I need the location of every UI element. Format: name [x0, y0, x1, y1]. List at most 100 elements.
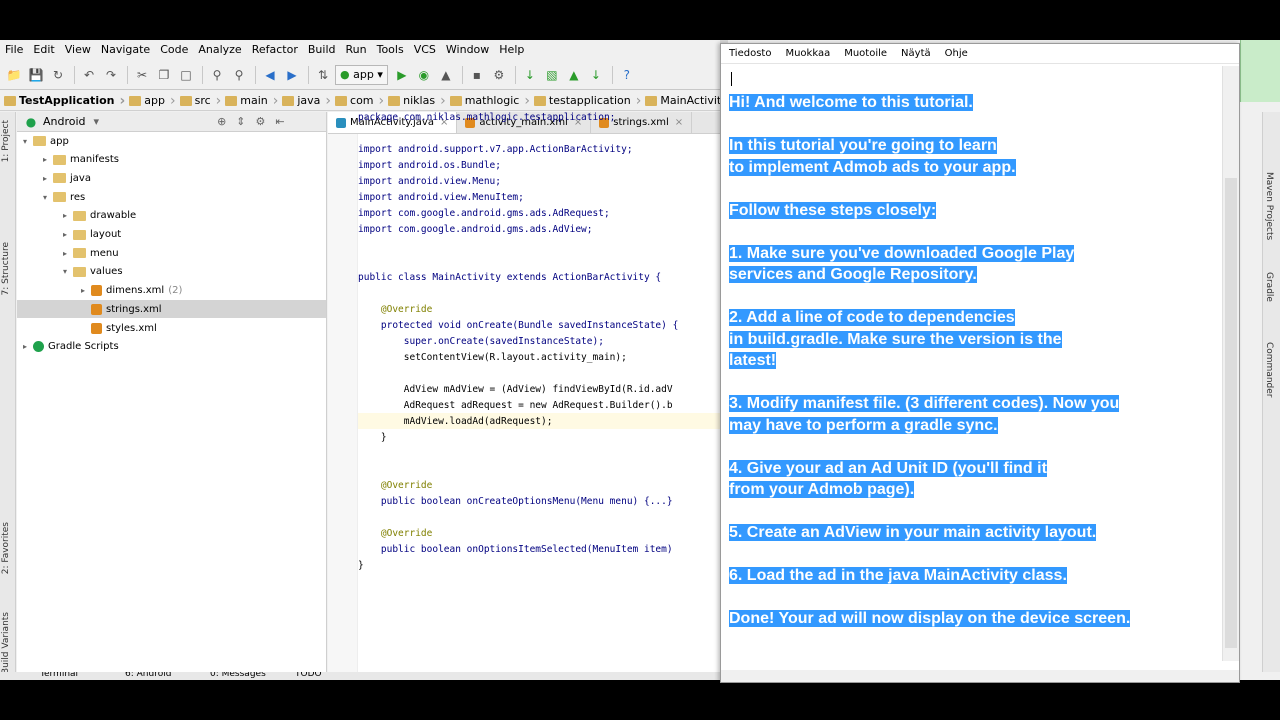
menu-build[interactable]: Build [303, 40, 341, 60]
breadcrumb-item[interactable]: TestApplication › [4, 93, 125, 109]
expand-arrow-icon[interactable]: ▾ [63, 267, 73, 276]
notepad-menu-item[interactable]: Näytä [901, 48, 931, 59]
expand-arrow-icon[interactable]: ▸ [23, 342, 33, 351]
sdk-manager-icon[interactable]: ↓ [520, 65, 540, 85]
expand-arrow-icon[interactable]: ▸ [63, 249, 73, 258]
editor-tab-label: strings.xml [613, 117, 669, 128]
tree-item[interactable]: styles.xml [17, 319, 326, 337]
tool-tab-build-variants[interactable]: Build Variants [1, 612, 11, 674]
breadcrumb-item[interactable]: testapplication › [533, 93, 641, 109]
tool-tab-structure[interactable]: 7: Structure [1, 242, 11, 296]
breadcrumb-item[interactable]: mathlogic › [449, 93, 530, 109]
attach-debugger-icon[interactable]: ▲ [436, 65, 456, 85]
bottom-tab[interactable]: TODO [295, 672, 322, 679]
breadcrumb-item[interactable]: MainActivity [645, 94, 720, 107]
breadcrumb-item[interactable]: com › [335, 93, 384, 109]
tree-item[interactable]: ▸ Gradle Scripts [17, 338, 326, 356]
expand-arrow-icon[interactable]: ▸ [81, 286, 91, 295]
menu-analyze[interactable]: Analyze [193, 40, 246, 60]
menu-edit[interactable]: Edit [28, 40, 59, 60]
paste-icon[interactable]: □ [176, 65, 196, 85]
menu-code[interactable]: Code [155, 40, 193, 60]
cut-icon[interactable]: ✂ [132, 65, 152, 85]
menu-run[interactable]: Run [341, 40, 372, 60]
notepad-menu-item[interactable]: Tiedosto [729, 48, 771, 59]
tree-item[interactable]: ▸ manifests [17, 151, 326, 169]
copy-icon[interactable]: ❐ [154, 65, 174, 85]
help-icon[interactable]: ? [617, 65, 637, 85]
menu-view[interactable]: View [60, 40, 96, 60]
redo-icon[interactable]: ↷ [101, 65, 121, 85]
tree-item[interactable]: ▸ java [17, 169, 326, 187]
tree-item[interactable]: ▸ drawable [17, 207, 326, 225]
settings-icon[interactable]: ⚙ [489, 65, 509, 85]
gear-icon[interactable]: ⚙ [256, 115, 266, 128]
tool-tab-project[interactable]: 1: Project [1, 120, 11, 162]
folder-icon [129, 95, 142, 106]
notepad-text-area[interactable]: Hi! And welcome to this tutorial. In this… [729, 66, 1219, 676]
expand-arrow-icon[interactable]: ▸ [43, 174, 53, 183]
menu-help[interactable]: Help [494, 40, 529, 60]
expand-arrow-icon[interactable]: ▾ [43, 193, 53, 202]
tree-item[interactable]: ▸ dimens.xml (2) [17, 282, 326, 300]
project-structure-icon[interactable]: ▪ [467, 65, 487, 85]
menu-navigate[interactable]: Navigate [96, 40, 155, 60]
close-icon[interactable]: × [675, 117, 683, 128]
chevron-down-icon[interactable]: ▾ [94, 115, 100, 128]
expand-arrow-icon[interactable]: ▸ [63, 230, 73, 239]
forward-icon[interactable]: ▶ [282, 65, 302, 85]
tree-item[interactable]: ▸ layout [17, 226, 326, 244]
tree-item[interactable]: ▾ values [17, 263, 326, 281]
menu-vcs[interactable]: VCS [409, 40, 441, 60]
tool-tab-gradle[interactable]: Gradle [1264, 272, 1274, 302]
back-icon[interactable]: ◀ [260, 65, 280, 85]
scrollbar-thumb[interactable] [1225, 178, 1237, 648]
project-view-mode[interactable]: Android [43, 115, 86, 128]
menu-file[interactable]: File [0, 40, 28, 60]
tool-tab-commander[interactable]: Commander [1264, 342, 1274, 398]
menu-refactor[interactable]: Refactor [247, 40, 303, 60]
bottom-tab[interactable]: 0: Messages [210, 672, 266, 679]
breadcrumb-item[interactable]: main › [225, 93, 278, 109]
bottom-tab[interactable]: 6: Android [125, 672, 171, 679]
tree-item[interactable]: ▾ res [17, 188, 326, 206]
gradle-sync-icon[interactable]: ↓ [586, 65, 606, 85]
debug-icon[interactable]: ◉ [414, 65, 434, 85]
open-folder-icon[interactable]: 📁 [4, 65, 24, 85]
collapse-all-icon[interactable]: ⇕ [236, 115, 245, 128]
tree-item[interactable]: ▸ menu [17, 244, 326, 262]
replace-icon[interactable]: ⚲ [229, 65, 249, 85]
find-icon[interactable]: ⚲ [207, 65, 227, 85]
menu-window[interactable]: Window [441, 40, 494, 60]
background-window-fragment [1240, 40, 1280, 102]
android-monitor-icon[interactable]: ▲ [564, 65, 584, 85]
notepad-menu-item[interactable]: Ohje [945, 48, 968, 59]
breadcrumb-item[interactable]: niklas › [388, 93, 446, 109]
expand-arrow-icon[interactable]: ▾ [23, 137, 33, 146]
horizontal-scrollbar[interactable] [721, 670, 1239, 682]
notepad-menu-item[interactable]: Muotoile [844, 48, 887, 59]
sync-icon[interactable]: ↻ [48, 65, 68, 85]
sync-scroll-icon[interactable]: ⊕ [217, 115, 226, 128]
run-icon[interactable]: ▶ [392, 65, 412, 85]
hide-panel-icon[interactable]: ⇤ [275, 115, 284, 128]
vertical-scrollbar[interactable] [1222, 66, 1239, 661]
expand-arrow-icon[interactable]: ▸ [63, 211, 73, 220]
tree-item[interactable]: ▾ app [17, 132, 326, 150]
run-config-dropdown[interactable]: ● app ▾ [335, 64, 388, 85]
code-line: protected void onCreate(Bundle savedInst… [358, 320, 679, 331]
bottom-tab[interactable]: Terminal [40, 672, 78, 679]
tool-tab-maven[interactable]: Maven Projects [1264, 172, 1274, 240]
tree-item[interactable]: strings.xml [17, 300, 326, 319]
save-icon[interactable]: 💾 [26, 65, 46, 85]
notepad-menu-item[interactable]: Muokkaa [785, 48, 830, 59]
make-icon[interactable]: ⇅ [313, 65, 333, 85]
breadcrumb-item[interactable]: java › [282, 93, 331, 109]
expand-arrow-icon[interactable]: ▸ [43, 155, 53, 164]
menu-tools[interactable]: Tools [372, 40, 409, 60]
tool-tab-favorites[interactable]: 2: Favorites [1, 522, 11, 574]
breadcrumb-item[interactable]: src › [179, 93, 221, 109]
breadcrumb-item[interactable]: app › [129, 93, 176, 109]
avd-manager-icon[interactable]: ▧ [542, 65, 562, 85]
undo-icon[interactable]: ↶ [79, 65, 99, 85]
